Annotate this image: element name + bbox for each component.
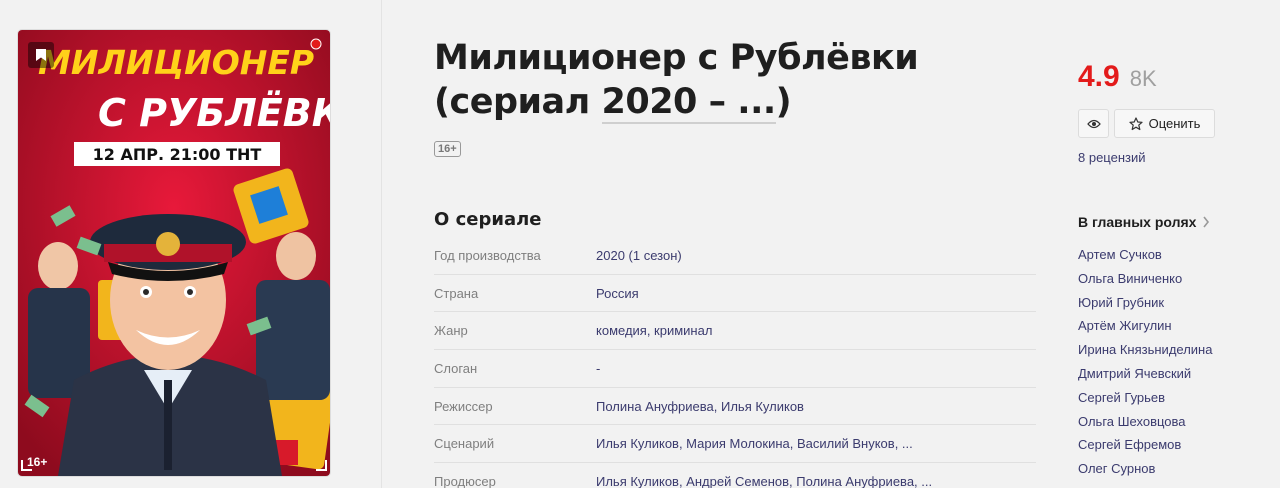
about-heading: О сериале	[434, 209, 542, 230]
poster-title-line2: С РУБЛЁВКИ	[98, 91, 330, 135]
list-item[interactable]: Сергей Гурьев	[1078, 390, 1212, 414]
rating-value: 4.9	[1078, 60, 1120, 93]
list-item[interactable]: Артем Сучков	[1078, 247, 1212, 271]
list-item[interactable]: Дмитрий Ячевский	[1078, 366, 1212, 390]
poster-image[interactable]: МИЛИЦИОНЕР С РУБЛЁВКИ 12 АПР. 21:00 ТНТ	[18, 30, 330, 476]
list-item[interactable]: Ольга Виниченко	[1078, 271, 1212, 295]
star-icon	[1128, 116, 1143, 130]
row-value: -	[596, 360, 601, 376]
row-label: Сценарий	[434, 436, 495, 452]
row-value[interactable]: Илья Куликов, Мария Молокина, Василий Вн…	[596, 436, 913, 451]
rating-count: 8K	[1129, 66, 1157, 91]
watched-button[interactable]	[1078, 109, 1109, 138]
row-value[interactable]: Полина Ануфриева, Илья Куликов	[596, 399, 804, 414]
table-row: Продюсер Илья Куликов, Андрей Семенов, По…	[434, 463, 1036, 488]
list-item[interactable]: Олег Сурнов	[1078, 461, 1212, 485]
cast-heading-label: В главных ролях	[1078, 214, 1197, 230]
title-prefix: (сериал	[434, 82, 602, 122]
row-label: Страна	[434, 285, 479, 301]
list-item[interactable]: Ольга Шеховцова	[1078, 414, 1212, 438]
poster-column: МИЛИЦИОНЕР С РУБЛЁВКИ 12 АПР. 21:00 ТНТ	[0, 0, 382, 488]
rating-actions: Оценить	[1078, 109, 1215, 138]
poster-air-banner: 12 АПР. 21:00 ТНТ	[93, 145, 262, 164]
table-row: Страна Россия	[434, 275, 1036, 313]
cast-heading[interactable]: В главных ролях	[1078, 214, 1210, 230]
age-rating-badge: 16+	[434, 141, 461, 157]
row-label: Жанр	[434, 323, 468, 339]
row-value[interactable]: Илья Куликов, Андрей Семенов, Полина Ану…	[596, 474, 932, 488]
film-page: МИЛИЦИОНЕР С РУБЛЁВКИ 12 АПР. 21:00 ТНТ	[0, 0, 1280, 488]
row-label: Режиссер	[434, 398, 493, 414]
eye-icon	[1086, 119, 1101, 128]
reviews-link[interactable]: 8 рецензий	[1078, 150, 1146, 165]
bookmark-icon[interactable]	[28, 42, 54, 68]
title-main: Милиционер с Рублёвки	[434, 38, 919, 78]
info-table: Год производства 2020 (1 сезон) Страна Рос…	[434, 237, 1036, 488]
page-title: Милиционер с Рублёвки (сериал 2020 – ...…	[434, 36, 994, 124]
row-label: Продюсер	[434, 474, 496, 488]
rate-button-label: Оценить	[1148, 116, 1201, 131]
poster-age-badge: 16+	[27, 455, 48, 469]
row-label: Год производства	[434, 247, 541, 263]
list-item[interactable]: Сергей Ефремов	[1078, 437, 1212, 461]
list-item[interactable]: Артём Жигулин	[1078, 318, 1212, 342]
poster-title-line1: МИЛИЦИОНЕР	[38, 43, 314, 82]
table-row: Год производства 2020 (1 сезон)	[434, 237, 1036, 275]
row-value[interactable]: Россия	[596, 286, 639, 301]
table-row: Сценарий Илья Куликов, Мария Молокина, Ва…	[434, 425, 1036, 464]
poster-art: МИЛИЦИОНЕР С РУБЛЁВКИ 12 АПР. 21:00 ТНТ	[18, 30, 330, 476]
table-row: Слоган -	[434, 350, 1036, 388]
title-suffix: )	[775, 82, 792, 122]
rate-button[interactable]: Оценить	[1114, 109, 1215, 138]
row-label: Слоган	[434, 360, 478, 376]
table-row: Режиссер Полина Ануфриева, Илья Куликов	[434, 388, 1036, 426]
row-value[interactable]: 2020 (1 сезон)	[596, 248, 682, 263]
chevron-right-icon	[1203, 216, 1210, 228]
rating-block: 4.9 8K	[1078, 60, 1157, 94]
cast-list: Артем Сучков Ольга Виниченко Юрий Грубни…	[1078, 247, 1212, 485]
row-value[interactable]: комедия, криминал	[596, 323, 712, 338]
list-item[interactable]: Ирина Князьниделина	[1078, 342, 1212, 366]
table-row: Жанр комедия, криминал	[434, 312, 1036, 351]
list-item[interactable]: Юрий Грубник	[1078, 295, 1212, 319]
title-years-link[interactable]: 2020 – ...	[601, 82, 776, 124]
